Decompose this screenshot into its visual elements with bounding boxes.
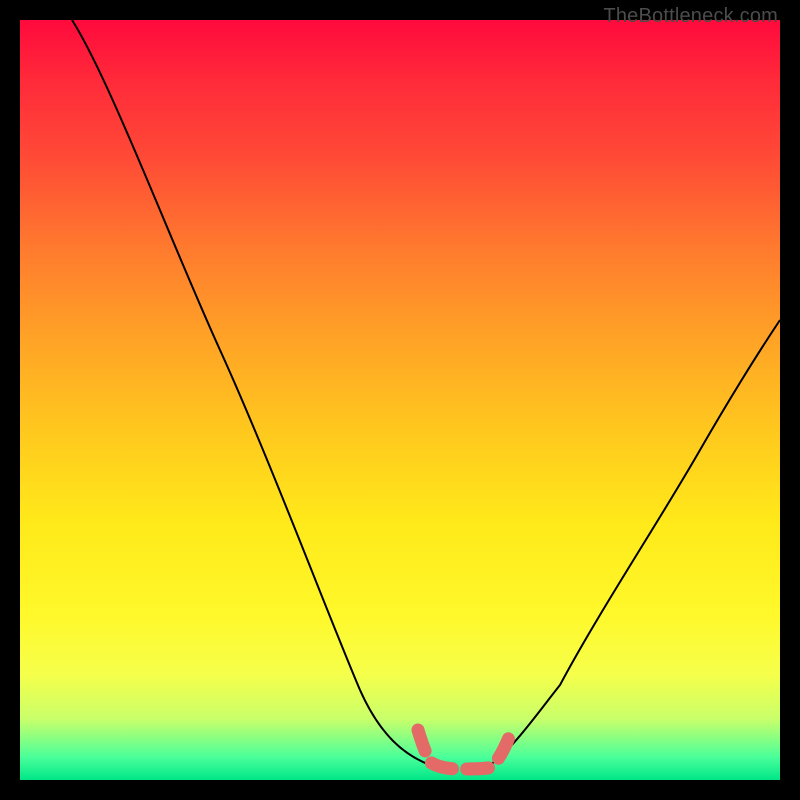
valley-highlight-marker	[418, 730, 510, 769]
plot-area	[20, 20, 780, 780]
left-branch-curve	[72, 20, 430, 765]
right-branch-curve	[490, 320, 780, 765]
attribution-text: TheBottleneck.com	[603, 5, 778, 28]
chart-svg	[20, 20, 780, 780]
